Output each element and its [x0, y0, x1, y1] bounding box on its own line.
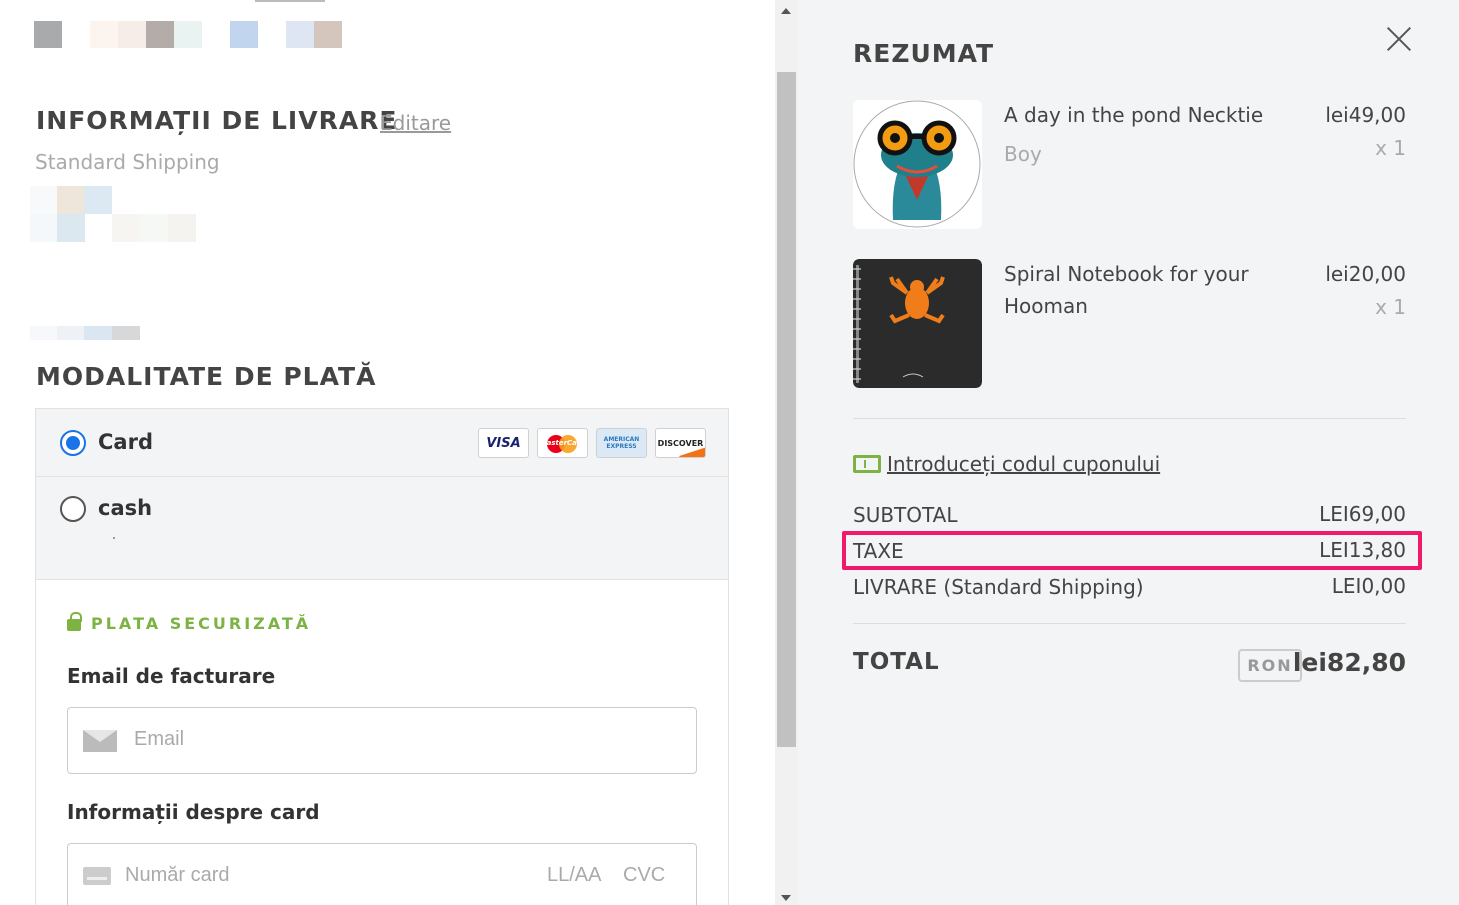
blurred-address	[168, 214, 196, 242]
payment-options-box: Card VISA MasterCard AMERICAN EXPRESS DI…	[35, 408, 729, 905]
blurred-content	[286, 21, 314, 48]
checkout-form-panel: INFORMAȚII DE LIVRARE Editare Standard S…	[0, 0, 775, 905]
mastercard-icon: MasterCard	[537, 428, 588, 458]
payment-option-card[interactable]: Card VISA MasterCard AMERICAN EXPRESS DI…	[36, 409, 728, 477]
close-icon[interactable]	[1386, 26, 1412, 52]
card-brand-logos: VISA MasterCard AMERICAN EXPRESS DISCOVE…	[478, 428, 706, 458]
blurred-content	[90, 21, 118, 48]
product-image-necktie	[853, 100, 982, 229]
scroll-up-arrow-icon[interactable]	[781, 8, 791, 14]
card-radio[interactable]	[60, 430, 86, 456]
shipping-label: LIVRARE (Standard Shipping)	[853, 575, 1144, 599]
item-variant: Boy	[1004, 142, 1042, 166]
cash-description-dot	[113, 537, 115, 539]
envelope-icon	[83, 730, 117, 752]
blurred-address	[57, 326, 85, 340]
blurred-address	[30, 326, 58, 340]
shipping-value: LEI0,00	[1331, 574, 1406, 598]
scrollbar-thumb[interactable]	[777, 72, 796, 747]
discover-icon: DISCOVER	[655, 428, 706, 458]
blurred-address	[140, 214, 168, 242]
total-label: TOTAL	[853, 649, 940, 675]
shipping-method-text: Standard Shipping	[35, 150, 220, 174]
blurred-address	[57, 186, 85, 214]
card-number-placeholder: Număr card	[125, 864, 230, 886]
blurred-address	[84, 326, 112, 340]
total-value: lei82,80	[1292, 648, 1406, 677]
card-details-section: PLATA SECURIZATĂ Email de facturare Emai…	[36, 580, 728, 905]
scroll-down-arrow-icon[interactable]	[781, 895, 791, 901]
visa-icon: VISA	[478, 428, 529, 458]
item-price: lei20,00	[1325, 262, 1406, 286]
edit-delivery-link[interactable]: Editare	[380, 111, 451, 135]
cash-radio[interactable]	[60, 496, 86, 522]
card-number-field[interactable]: Număr card LL/AA CVC	[67, 843, 697, 905]
tax-highlight-box	[842, 531, 1422, 570]
blurred-content	[34, 21, 62, 48]
credit-card-icon	[83, 867, 111, 885]
card-option-label: Card	[98, 430, 153, 454]
delivery-info-title: INFORMAȚII DE LIVRARE	[36, 106, 398, 135]
item-qty: x 1	[1375, 295, 1406, 319]
blurred-address	[112, 326, 140, 340]
blurred-content	[146, 21, 174, 48]
blurred-content	[314, 21, 342, 48]
payment-option-cash[interactable]: cash	[36, 477, 728, 580]
scrollbar[interactable]	[775, 0, 798, 905]
blurred-address	[30, 186, 58, 214]
subtotal-label: SUBTOTAL	[853, 503, 958, 527]
cvc-placeholder[interactable]: CVC	[623, 864, 665, 887]
blurred-content	[174, 21, 202, 48]
item-name: A day in the pond Necktie	[1004, 103, 1264, 127]
order-summary-panel: REZUMAT A day in the pond Necktie Boy le…	[798, 0, 1459, 905]
blurred-address	[112, 214, 140, 242]
email-placeholder: Email	[134, 728, 185, 750]
ticket-icon	[853, 455, 881, 473]
product-image-notebook	[853, 259, 982, 388]
amex-icon: AMERICAN EXPRESS	[596, 428, 647, 458]
subtotal-value: LEI69,00	[1319, 502, 1406, 526]
blurred-address	[30, 214, 58, 242]
expiry-placeholder[interactable]: LL/AA	[547, 864, 601, 887]
item-name: Spiral Notebook for your Hooman	[1004, 262, 1249, 318]
blurred-address	[57, 214, 85, 242]
blurred-content	[118, 21, 146, 48]
tab-underline	[255, 0, 325, 2]
card-info-label: Informații despre card	[67, 800, 320, 824]
cash-option-label: cash	[98, 496, 153, 520]
item-qty: x 1	[1375, 136, 1406, 160]
summary-divider	[853, 623, 1406, 624]
item-price: lei49,00	[1325, 103, 1406, 127]
payment-method-title: MODALITATE DE PLATĂ	[36, 362, 377, 391]
blurred-content	[230, 21, 258, 48]
email-field[interactable]: Email	[67, 707, 697, 774]
secure-payment-label: PLATA SECURIZATĂ	[67, 612, 311, 633]
blurred-address	[84, 186, 112, 214]
coupon-link[interactable]: Introduceți codul cuponului	[887, 452, 1160, 476]
summary-divider	[853, 418, 1406, 419]
summary-title: REZUMAT	[853, 39, 995, 68]
lock-icon	[67, 612, 82, 631]
coupon-row: Introduceți codul cuponului	[853, 452, 1160, 476]
billing-email-label: Email de facturare	[67, 664, 276, 688]
